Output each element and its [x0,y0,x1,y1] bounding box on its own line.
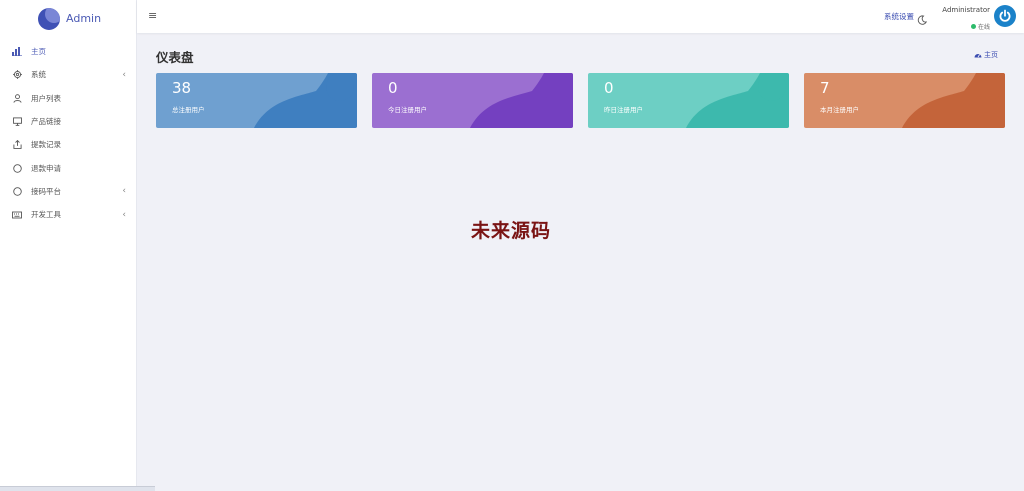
sidebar: Admin 主页 系统 ‹ 用户列表 产品链接 提款记录 退款申请 接码平台 ‹… [0,0,137,491]
gear-icon [12,70,22,80]
sidebar-item-label: 用户列表 [31,93,61,103]
moon-icon[interactable] [917,10,928,25]
logo-icon [38,7,60,30]
circle-icon [12,186,22,196]
user-info[interactable]: Administrator 在线 [942,6,990,33]
sidebar-menu: 主页 系统 ‹ 用户列表 产品链接 提款记录 退款申请 接码平台 ‹ 开发工具 … [0,37,136,226]
sidebar-item-label: 系统 [31,70,46,80]
sidebar-item-refunds[interactable]: 退款申请 [0,156,136,179]
sidebar-item-system[interactable]: 系统 ‹ [0,63,136,86]
stat-card-month-users[interactable]: 7 本月注册用户 [804,73,1005,128]
brand-name: Admin [66,12,102,25]
user-icon [12,93,22,103]
sidebar-item-withdrawals[interactable]: 提款记录 [0,133,136,156]
sidebar-item-label: 提款记录 [31,140,61,150]
breadcrumb[interactable]: 主页 [974,50,998,60]
stat-card-today-users[interactable]: 0 今日注册用户 [372,73,573,128]
dashboard-icon [974,51,982,60]
stat-label: 昨日注册用户 [604,106,643,114]
online-dot-icon [970,24,976,29]
bar-chart-icon [12,47,22,57]
stat-value: 38 [172,79,192,97]
menu-toggle-icon[interactable]: ≡ [148,9,157,22]
sidebar-item-label: 产品链接 [31,117,61,127]
system-settings-link[interactable]: 系统设置 [884,11,914,22]
chevron-left-icon: ‹ [122,186,126,197]
share-icon [12,140,22,150]
browser-status-bar [0,486,155,491]
chevron-left-icon: ‹ [122,69,126,80]
stat-label: 本月注册用户 [820,106,859,114]
sidebar-item-product-links[interactable]: 产品链接 [0,110,136,133]
stat-card-total-users[interactable]: 38 总注册用户 [156,73,357,128]
topbar: ≡ 系统设置 Administrator 在线 [137,0,1024,33]
chevron-left-icon: ‹ [122,209,126,220]
user-name: Administrator [942,6,990,14]
circle-icon [12,163,22,173]
sidebar-item-user-list[interactable]: 用户列表 [0,87,136,110]
brand[interactable]: Admin [0,0,136,37]
user-status-label: 在线 [977,24,990,31]
stat-value: 7 [820,79,830,97]
keyboard-icon [12,210,22,220]
sidebar-item-home[interactable]: 主页 [0,40,136,63]
card-wave-decoration [686,73,789,128]
monitor-icon [12,117,22,127]
sidebar-item-sms-platform[interactable]: 接码平台 ‹ [0,180,136,203]
stat-value: 0 [388,79,398,97]
stat-value: 0 [604,79,614,97]
sidebar-item-label: 开发工具 [31,210,61,220]
card-wave-decoration [902,73,1005,128]
sidebar-item-label: 接码平台 [31,186,61,196]
watermark-text: 未来源码 [471,220,552,242]
sidebar-item-dev-tools[interactable]: 开发工具 ‹ [0,203,136,226]
stat-label: 总注册用户 [172,106,205,114]
breadcrumb-home: 主页 [984,51,998,59]
stat-label: 今日注册用户 [388,106,427,114]
sidebar-item-label: 主页 [31,47,46,57]
sidebar-item-label: 退款申请 [31,163,61,173]
card-wave-decoration [470,73,573,128]
user-status: 在线 [970,22,990,31]
page-title: 仪表盘 [156,50,194,65]
power-icon[interactable] [994,5,1016,27]
stat-card-yesterday-users[interactable]: 0 昨日注册用户 [588,73,789,128]
